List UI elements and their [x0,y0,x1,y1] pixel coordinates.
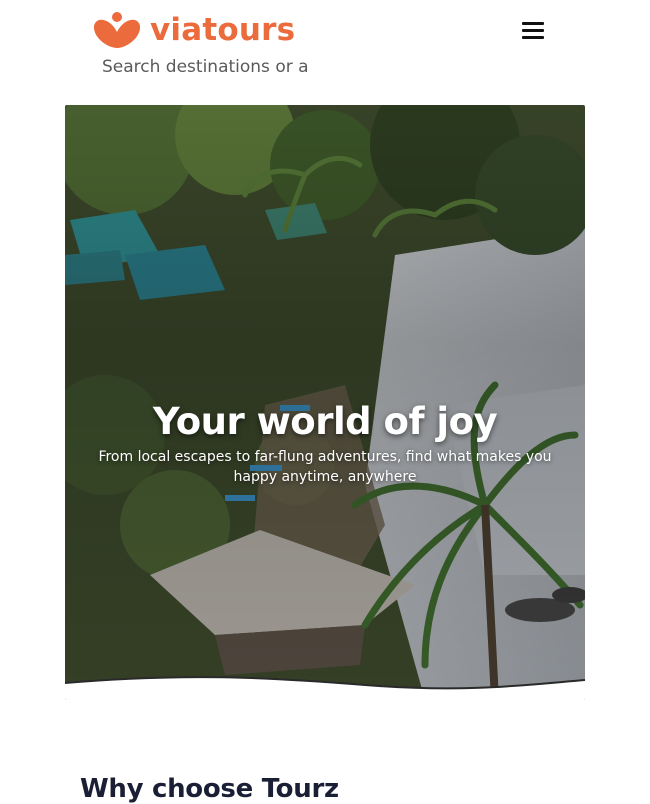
menu-line [522,36,544,39]
search-input[interactable] [100,52,310,82]
hero-banner: Your world of joy From local escapes to … [65,105,585,700]
menu-line [522,22,544,25]
menu-line [522,29,544,32]
section-title: Why choose Tourz [80,773,339,804]
hero-wave-divider [65,676,585,700]
logo-icon [93,12,141,48]
logo[interactable]: viatours [92,10,295,50]
site-header: viatours [0,0,650,95]
hero-title: Your world of joy [152,399,498,443]
hamburger-menu-icon[interactable] [520,18,546,42]
logo-text: viatours [150,12,296,48]
hero-subtitle: From local escapes to far-flung adventur… [98,449,552,485]
